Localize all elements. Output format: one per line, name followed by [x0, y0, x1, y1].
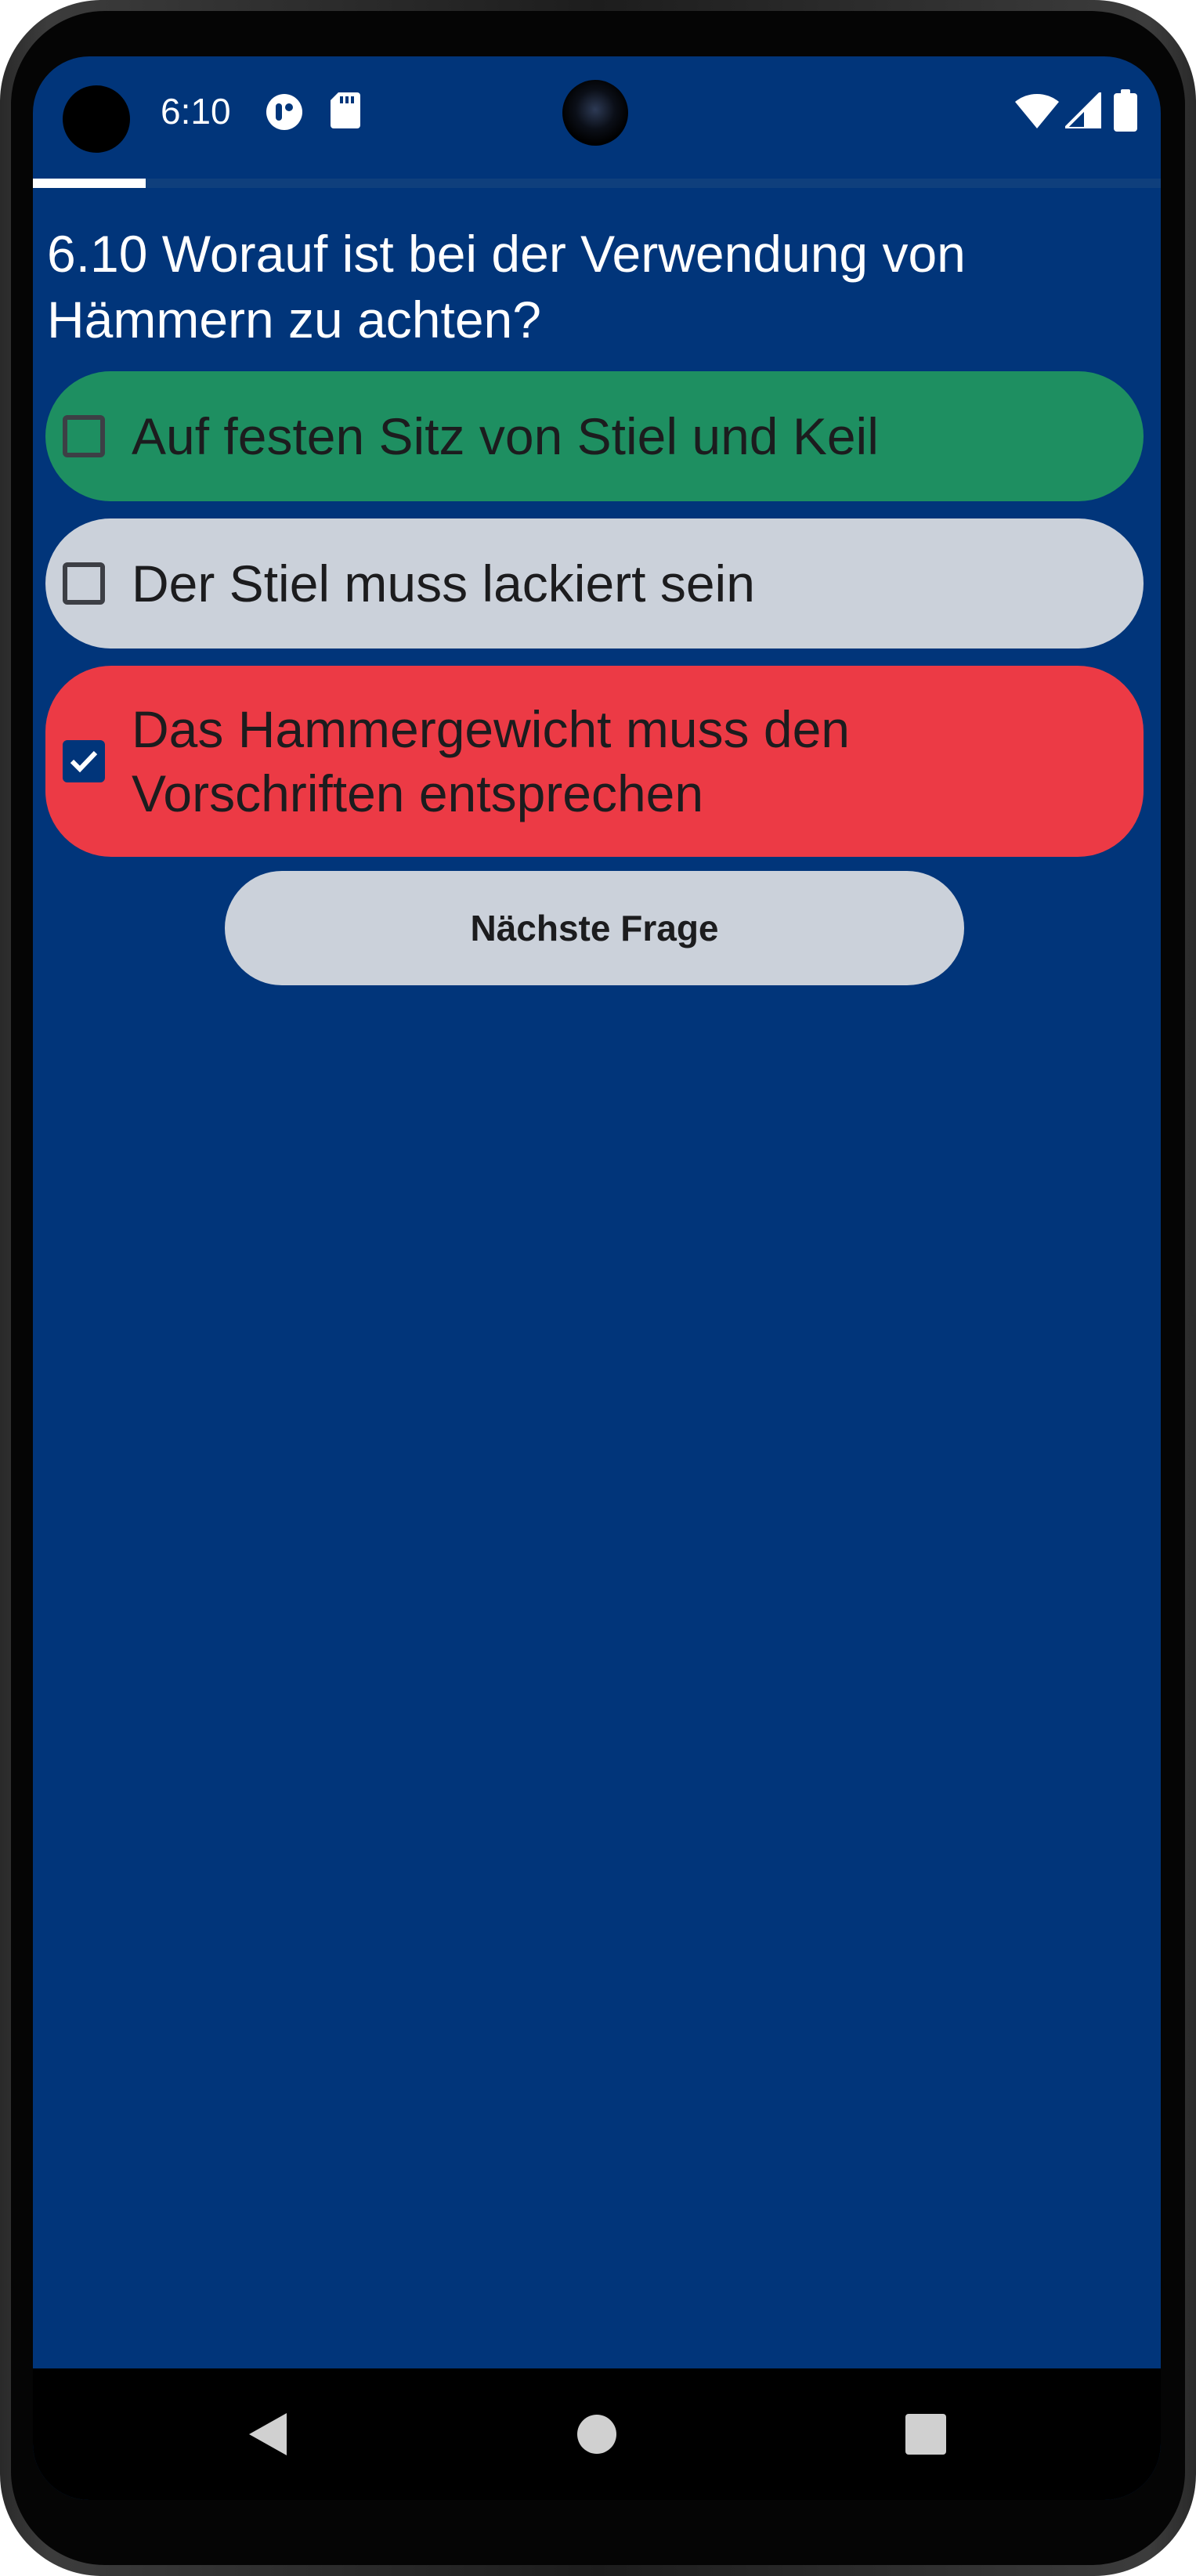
- recents-icon[interactable]: [887, 2395, 965, 2473]
- progress-track: [33, 179, 1161, 188]
- sd-card-icon: [331, 92, 360, 132]
- checkmark-icon: [70, 750, 98, 773]
- back-icon[interactable]: [229, 2395, 307, 2473]
- next-question-button[interactable]: Nächste Frage: [225, 871, 964, 985]
- camera-cutout: [63, 85, 130, 153]
- status-bar: 6:10: [33, 56, 1161, 182]
- home-icon[interactable]: [558, 2395, 636, 2473]
- checkbox[interactable]: [63, 740, 105, 782]
- checkbox[interactable]: [63, 562, 105, 605]
- signal-icon: [1061, 89, 1103, 132]
- answer-option-1[interactable]: Auf festen Sitz von Stiel und Keil: [45, 371, 1144, 501]
- wifi-icon: [1015, 92, 1059, 132]
- answer-option-2[interactable]: Der Stiel muss lackiert sein: [45, 518, 1144, 649]
- assistant-icon: [265, 92, 304, 135]
- answer-label: Auf festen Sitz von Stiel und Keil: [132, 407, 879, 465]
- answer-option-3[interactable]: Das Hammergewicht muss den Vorschriften …: [45, 666, 1144, 857]
- answer-list: Auf festen Sitz von Stiel und Keil Der S…: [45, 371, 1144, 874]
- navigation-bar: [33, 2368, 1161, 2500]
- power-button: [1190, 1018, 1196, 1316]
- answer-label: Der Stiel muss lackiert sein: [132, 555, 755, 612]
- answer-label: Das Hammergewicht muss den Vorschriften …: [132, 700, 850, 822]
- volume-button: [1190, 783, 1196, 893]
- front-camera: [562, 80, 628, 146]
- battery-icon: [1114, 89, 1137, 135]
- checkbox[interactable]: [63, 415, 105, 457]
- question-text: 6.10 Worauf ist bei der Verwendung von H…: [47, 225, 966, 349]
- progress-bar: [33, 179, 146, 188]
- app-screen: 6:10 6.10 Worauf ist bei der Verwendung …: [33, 56, 1161, 2500]
- device-frame: 6:10 6.10 Worauf ist bei der Verwendung …: [0, 0, 1196, 2576]
- status-time: 6:10: [161, 91, 231, 132]
